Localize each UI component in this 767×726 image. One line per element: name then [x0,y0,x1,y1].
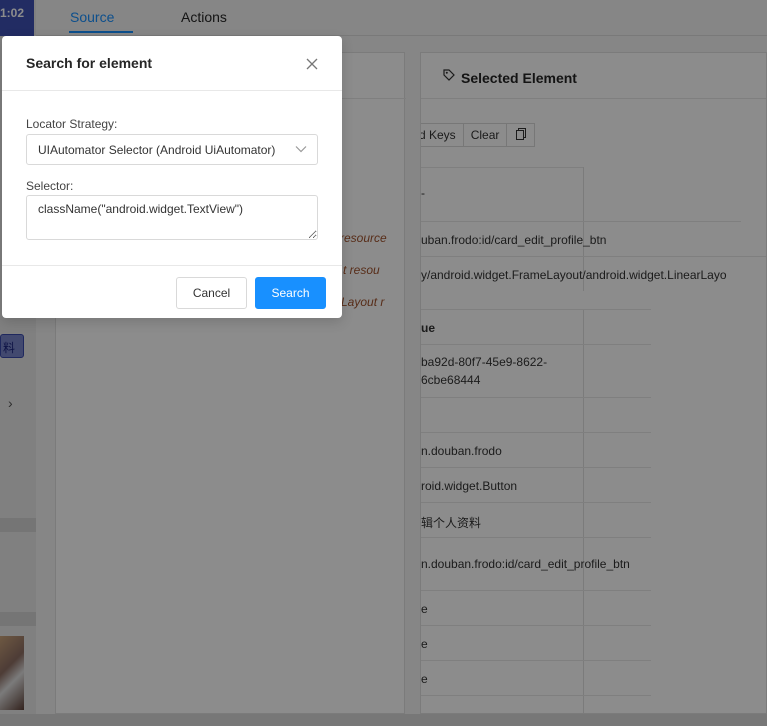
locator-strategy-select[interactable]: UIAutomator Selector (Android UiAutomato… [26,134,318,165]
close-icon[interactable] [304,56,320,72]
dialog-footer: Cancel Search [2,265,342,318]
search-element-dialog: Search for element Locator Strategy: UIA… [2,36,342,318]
locator-strategy-label: Locator Strategy: [26,117,118,131]
chevron-down-icon [295,146,307,153]
locator-strategy-value: UIAutomator Selector (Android UiAutomato… [38,143,276,157]
cancel-button[interactable]: Cancel [176,277,247,309]
selector-input[interactable]: className("android.widget.TextView") [26,195,318,240]
search-button[interactable]: Search [255,277,326,309]
selector-label: Selector: [26,179,74,193]
dialog-header: Search for element [2,36,342,91]
dialog-title: Search for element [26,55,153,71]
